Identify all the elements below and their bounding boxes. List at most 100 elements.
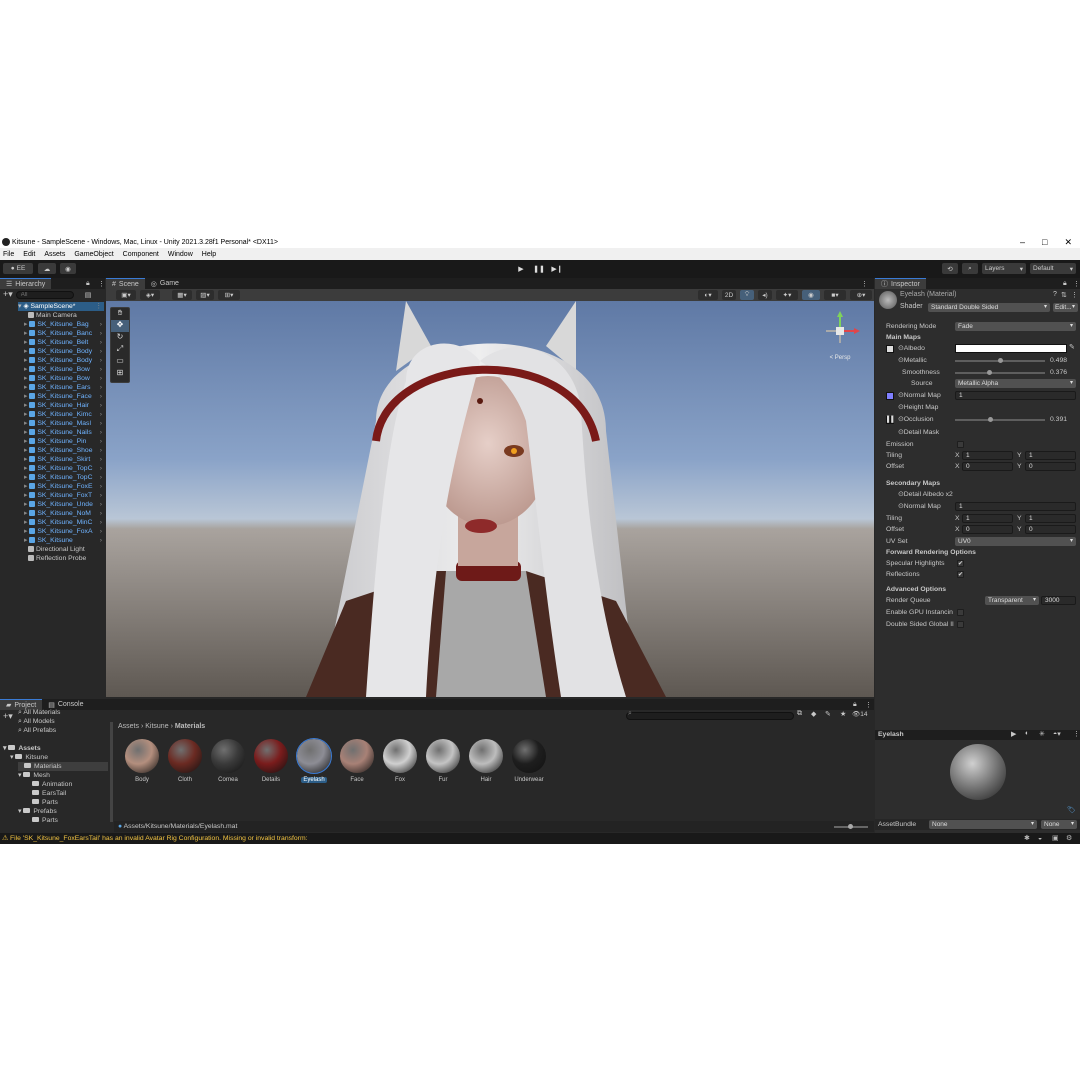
breadcrumb-materials[interactable]: Materials — [175, 723, 205, 730]
rect-tool-button[interactable]: ▭ — [111, 356, 129, 368]
hierarchy-item[interactable]: ▸ SK_Kitsune_Banc › — [18, 329, 104, 338]
occlusion-slider[interactable] — [955, 419, 1045, 421]
material-asset[interactable]: Cornea — [210, 739, 246, 783]
tree-materials[interactable]: Materials — [18, 762, 108, 771]
hierarchy-item[interactable]: ▸ SK_Kitsune_Kimc › — [18, 410, 104, 419]
create-asset-button[interactable]: +▾ — [3, 711, 13, 722]
hierarchy-item[interactable]: Directional Light — [18, 545, 104, 554]
add-button[interactable]: +▾ — [3, 289, 13, 300]
material-asset[interactable]: Cloth — [167, 739, 203, 783]
hidden-objects-toggle[interactable]: ◉ — [802, 290, 820, 300]
specular-highlights-checkbox[interactable]: ✔ — [957, 560, 964, 567]
hierarchy-item[interactable]: ▸ SK_Kitsune_Nails › — [18, 428, 104, 437]
grid-snap-dropdown[interactable]: ▦▾ — [172, 290, 192, 300]
hierarchy-item[interactable]: ▸ SK_Kitsune_FoxE › — [18, 482, 104, 491]
menu-window[interactable]: Window — [168, 251, 193, 258]
material-preview-sphere[interactable] — [950, 744, 1006, 800]
thumbnail-size-handle[interactable] — [848, 824, 853, 829]
lock-icon[interactable]: 🔒︎ — [86, 280, 90, 288]
shape-dropdown-icon[interactable]: ◓▾ — [1053, 730, 1061, 738]
search-by-label-icon[interactable]: ◆ — [811, 710, 816, 718]
tree-kitsune[interactable]: ▾ Kitsune — [10, 753, 48, 762]
kebab-menu-icon[interactable]: ⋮ — [95, 302, 102, 311]
open-prefab-icon[interactable]: › — [100, 356, 102, 365]
effects-dropdown[interactable]: ✦▾ — [776, 290, 798, 300]
tiling2-y-field[interactable]: 1 — [1025, 514, 1076, 523]
albedo-texture-slot[interactable] — [886, 345, 894, 353]
open-prefab-icon[interactable]: › — [100, 410, 102, 419]
hierarchy-item[interactable]: ▸ SK_Kitsune_Bow › — [18, 365, 104, 374]
hierarchy-item[interactable]: ▸ SK_Kitsune_TopC › — [18, 464, 104, 473]
search-by-type-icon[interactable]: ⧉ — [797, 710, 802, 718]
progress-icon[interactable]: ◒ — [1038, 833, 1042, 844]
play-button[interactable]: ▶ — [514, 263, 528, 274]
hierarchy-item[interactable]: ▸ SK_Kitsune_Belt › — [18, 338, 104, 347]
tag-icon[interactable]: 🏷︎ — [1067, 806, 1076, 814]
hierarchy-item[interactable]: ▸ SK_Kitsune_Bag › — [18, 320, 104, 329]
open-prefab-icon[interactable]: › — [100, 374, 102, 383]
open-prefab-icon[interactable]: › — [100, 392, 102, 401]
material-asset[interactable]: Fur — [425, 739, 461, 783]
material-asset[interactable]: Details — [253, 739, 289, 783]
tree-parts[interactable]: Parts — [32, 798, 58, 807]
ruler-dropdown[interactable]: ⊞▾ — [218, 290, 240, 300]
double-sided-gi-checkbox[interactable] — [957, 621, 964, 628]
status-bar[interactable]: ⚠ File 'SK_Kitsune_FoxEarsTail' has an i… — [0, 833, 1080, 844]
history-button[interactable]: ⟲ — [942, 263, 958, 274]
open-prefab-icon[interactable]: › — [100, 329, 102, 338]
kebab-menu-icon[interactable]: ⋮ — [1071, 291, 1078, 299]
offset-x-field[interactable]: 0 — [962, 462, 1013, 471]
menu-assets[interactable]: Assets — [44, 251, 65, 258]
play-icon[interactable]: ▶ — [1011, 730, 1016, 738]
albedo-color-field[interactable] — [955, 344, 1067, 353]
gpu-instancing-checkbox[interactable] — [957, 609, 964, 616]
shader-edit-button[interactable]: Edit... — [1053, 303, 1078, 312]
draw-mode-dropdown[interactable]: ▣▾ — [116, 290, 136, 300]
hierarchy-item[interactable]: ▸ SK_Kitsune_Skirt › — [18, 455, 104, 464]
tree-scrollbar[interactable] — [110, 722, 113, 822]
cloud-button[interactable]: ☁ — [38, 263, 56, 274]
metallic-value[interactable]: 0.498 — [1050, 356, 1067, 366]
hierarchy-item[interactable]: ▸ SK_Kitsune_FoxA › — [18, 527, 104, 536]
tree-earstail[interactable]: EarsTail — [32, 789, 66, 798]
normal-map2-scale-field[interactable]: 1 — [955, 502, 1076, 511]
layout-dropdown[interactable]: Default ▾ — [1030, 263, 1076, 274]
asset-bundle-variant-dropdown[interactable]: None — [1041, 820, 1077, 829]
camera-dropdown[interactable]: ■▾ — [824, 290, 846, 300]
kebab-menu-icon[interactable]: ⋮ — [98, 280, 105, 288]
favorite-icon[interactable]: ★ — [840, 710, 846, 718]
menu-file[interactable]: File — [3, 251, 14, 258]
eyedropper-icon[interactable]: ✎ — [1069, 343, 1075, 351]
open-prefab-icon[interactable]: › — [100, 536, 102, 545]
open-prefab-icon[interactable]: › — [100, 428, 102, 437]
tree-mesh[interactable]: ▾ Mesh — [18, 771, 50, 780]
hierarchy-item[interactable]: ▸ SK_Kitsune_Unde › — [18, 500, 104, 509]
hierarchy-item[interactable]: ▸ SK_Kitsune_Hair › — [18, 401, 104, 410]
search-button[interactable]: ⌕ — [962, 263, 978, 274]
open-prefab-icon[interactable]: › — [100, 527, 102, 536]
hierarchy-item[interactable]: ▸ SK_Kitsune_Ears › — [18, 383, 104, 392]
hierarchy-item[interactable]: Reflection Probe — [18, 554, 104, 563]
open-prefab-icon[interactable]: › — [100, 500, 102, 509]
open-prefab-icon[interactable]: › — [100, 509, 102, 518]
hierarchy-item[interactable]: ▸ SK_Kitsune_Bow › — [18, 374, 104, 383]
layers-dropdown[interactable]: Layers ▾ — [982, 263, 1026, 274]
audio-toggle[interactable]: ◂) — [758, 290, 772, 300]
minimize-button[interactable]: – — [1020, 237, 1025, 247]
material-asset[interactable]: Face — [339, 739, 375, 783]
source-dropdown[interactable]: Metallic Alpha — [955, 379, 1076, 388]
offset-y-field[interactable]: 0 — [1025, 462, 1076, 471]
open-prefab-icon[interactable]: › — [100, 320, 102, 329]
material-asset[interactable]: Fox — [382, 739, 418, 783]
transform-tool-button[interactable]: ⊞ — [111, 368, 129, 380]
pin-icon[interactable]: ✎ — [825, 710, 831, 718]
emission-checkbox[interactable] — [957, 441, 964, 448]
project-search-input[interactable] — [626, 712, 794, 720]
preset-icon[interactable]: ⇅ — [1061, 291, 1067, 299]
light-icon[interactable]: ✳ — [1039, 730, 1045, 738]
sphere-icon[interactable]: ◐ — [1025, 730, 1029, 737]
open-prefab-icon[interactable]: › — [100, 464, 102, 473]
snap-increment-dropdown[interactable]: ▨▾ — [196, 290, 214, 300]
menu-component[interactable]: Component — [123, 251, 159, 258]
render-queue-field[interactable]: 3000 — [1041, 596, 1076, 605]
